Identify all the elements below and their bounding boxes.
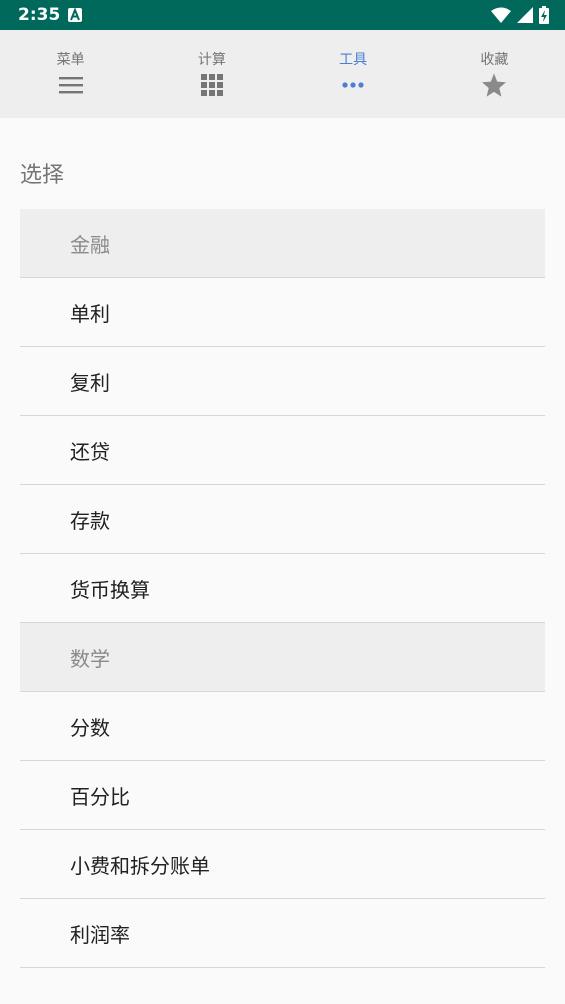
list-item-deposit[interactable]: 存款 xyxy=(20,485,545,554)
tab-tools[interactable]: 工具 xyxy=(283,30,424,118)
status-time: 2:35 xyxy=(18,5,61,25)
grid-icon xyxy=(199,72,225,98)
status-bar: 2:35 xyxy=(0,0,565,30)
cell-signal-icon xyxy=(517,7,533,23)
menu-icon xyxy=(58,72,84,98)
tool-list: 金融 单利 复利 还贷 存款 货币换算 数学 分数 百分比 小费和拆分账单 利润… xyxy=(20,209,545,968)
battery-charging-icon xyxy=(539,6,549,24)
tab-calculate[interactable]: 计算 xyxy=(141,30,282,118)
wifi-icon xyxy=(491,7,511,23)
list-item-simple-interest[interactable]: 单利 xyxy=(20,278,545,347)
list-item-compound-interest[interactable]: 复利 xyxy=(20,347,545,416)
tab-label: 收藏 xyxy=(480,52,509,68)
more-dots-icon xyxy=(340,72,366,98)
list-item-currency-conversion[interactable]: 货币换算 xyxy=(20,554,545,623)
list-item-profit-margin[interactable]: 利润率 xyxy=(20,899,545,968)
tab-favorites[interactable]: 收藏 xyxy=(424,30,565,118)
list-header-finance: 金融 xyxy=(20,209,545,278)
tab-bar: 菜单 计算 工具 收藏 xyxy=(0,30,565,118)
tab-label: 菜单 xyxy=(56,52,85,68)
list-item-fraction[interactable]: 分数 xyxy=(20,692,545,761)
a-notification-icon xyxy=(68,8,82,22)
tab-label: 工具 xyxy=(339,52,368,68)
tab-label: 计算 xyxy=(197,52,226,68)
list-header-math: 数学 xyxy=(20,623,545,692)
list-item-tip-split-bill[interactable]: 小费和拆分账单 xyxy=(20,830,545,899)
star-icon xyxy=(481,72,507,98)
list-item-loan-repayment[interactable]: 还贷 xyxy=(20,416,545,485)
list-item-percentage[interactable]: 百分比 xyxy=(20,761,545,830)
tab-menu[interactable]: 菜单 xyxy=(0,30,141,118)
section-title: 选择 xyxy=(20,163,65,188)
status-icons xyxy=(491,6,549,24)
